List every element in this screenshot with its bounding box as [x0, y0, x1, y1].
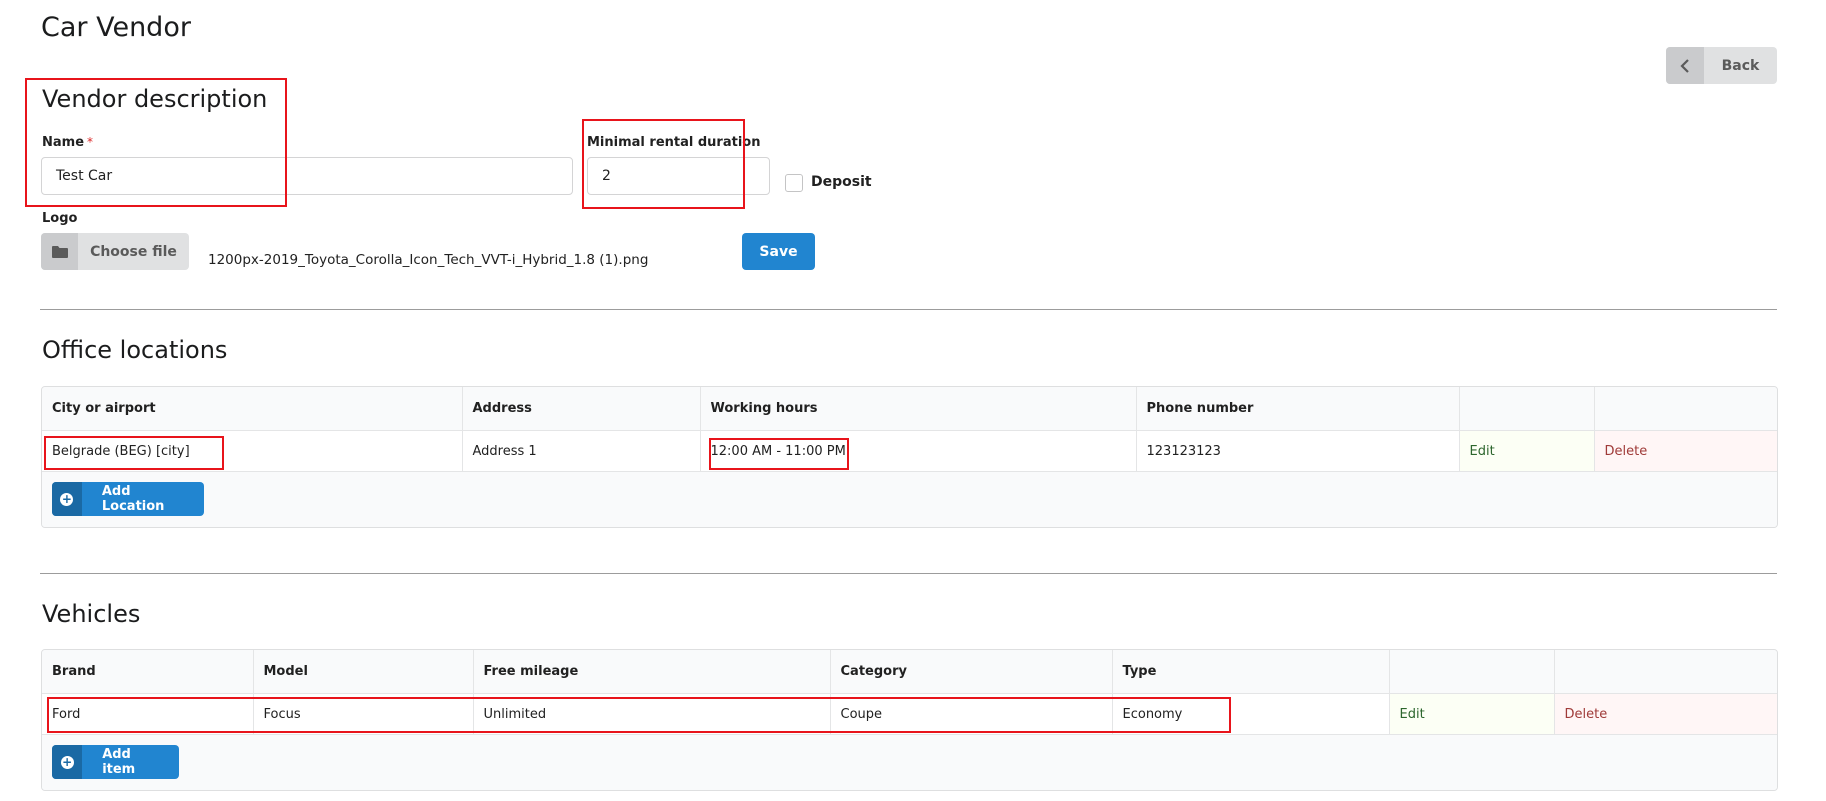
name-field-value: Test Car [56, 168, 113, 184]
offices-table-footer: + Add Location [42, 472, 1777, 527]
folder-icon [41, 233, 78, 270]
chevron-left-icon [1666, 47, 1704, 84]
mileage-cell: Unlimited [472, 693, 830, 735]
column-header [1458, 387, 1594, 431]
name-label: Name * [42, 135, 93, 150]
offices-header-row: City or airport Address Working hours Ph… [42, 387, 1777, 431]
column-header: Phone number [1135, 387, 1459, 431]
choose-file-button[interactable]: Choose file [41, 233, 189, 270]
delete-location-button[interactable]: Delete [1593, 430, 1777, 472]
vendor-section-title: Vendor description [42, 85, 268, 113]
hours-cell: 12:00 AM - 11:00 PM [699, 430, 1136, 472]
logo-label: Logo [42, 211, 78, 226]
deposit-label: Deposit [811, 174, 872, 190]
column-header: Free mileage [472, 650, 830, 694]
column-header [1553, 650, 1777, 694]
column-header [1593, 387, 1777, 431]
deposit-checkbox[interactable] [785, 174, 803, 192]
table-row: Ford Focus Unlimited Coupe Economy Edit … [42, 693, 1777, 735]
back-button[interactable]: Back [1666, 47, 1777, 84]
column-header: City or airport [42, 387, 462, 431]
plus-circle-icon: + [52, 745, 83, 779]
add-location-button[interactable]: + Add Location [52, 482, 204, 516]
choose-file-label: Choose file [90, 243, 177, 260]
add-item-label: Add item [102, 747, 136, 777]
offices-table: City or airport Address Working hours Ph… [41, 386, 1778, 528]
column-header: Model [252, 650, 473, 694]
min-rental-value: 2 [602, 168, 611, 184]
name-label-text: Name [42, 135, 85, 150]
name-field[interactable]: Test Car [41, 157, 573, 195]
add-location-label: Add Location [101, 484, 165, 514]
city-cell: Belgrade (BEG) [city] [42, 430, 462, 472]
vehicles-header-row: Brand Model Free mileage Category Type [42, 650, 1777, 694]
edit-vehicle-button[interactable]: Edit [1388, 693, 1554, 735]
page-title: Car Vendor [41, 12, 191, 43]
column-header: Category [829, 650, 1112, 694]
vehicles-section-title: Vehicles [42, 600, 141, 628]
plus-circle-icon: + [52, 482, 82, 516]
category-cell: Coupe [829, 693, 1112, 735]
vehicles-table-footer: + Add item [42, 735, 1777, 790]
min-rental-label: Minimal rental duration [587, 135, 761, 150]
column-header: Working hours [699, 387, 1136, 431]
delete-vehicle-button[interactable]: Delete [1553, 693, 1777, 735]
section-divider [40, 573, 1777, 574]
vehicles-table: Brand Model Free mileage Category Type F… [41, 649, 1778, 791]
back-button-label: Back [1721, 57, 1760, 74]
table-row: Belgrade (BEG) [city] Address 1 12:00 AM… [42, 430, 1777, 472]
required-mark: * [87, 135, 94, 149]
column-header [1388, 650, 1554, 694]
phone-cell: 123123123 [1135, 430, 1459, 472]
min-rental-field[interactable]: 2 [587, 157, 770, 195]
address-cell: Address 1 [461, 430, 700, 472]
column-header: Address [461, 387, 700, 431]
add-item-button[interactable]: + Add item [52, 745, 179, 779]
offices-section-title: Office locations [42, 336, 228, 364]
save-button[interactable]: Save [742, 233, 815, 270]
column-header: Type [1111, 650, 1389, 694]
file-name: 1200px-2019_Toyota_Corolla_Icon_Tech_VVT… [208, 252, 649, 268]
model-cell: Focus [252, 693, 473, 735]
section-divider [40, 309, 1777, 310]
edit-location-button[interactable]: Edit [1458, 430, 1594, 472]
column-header: Brand [42, 650, 253, 694]
type-cell: Economy [1111, 693, 1389, 735]
brand-cell: Ford [42, 693, 253, 735]
